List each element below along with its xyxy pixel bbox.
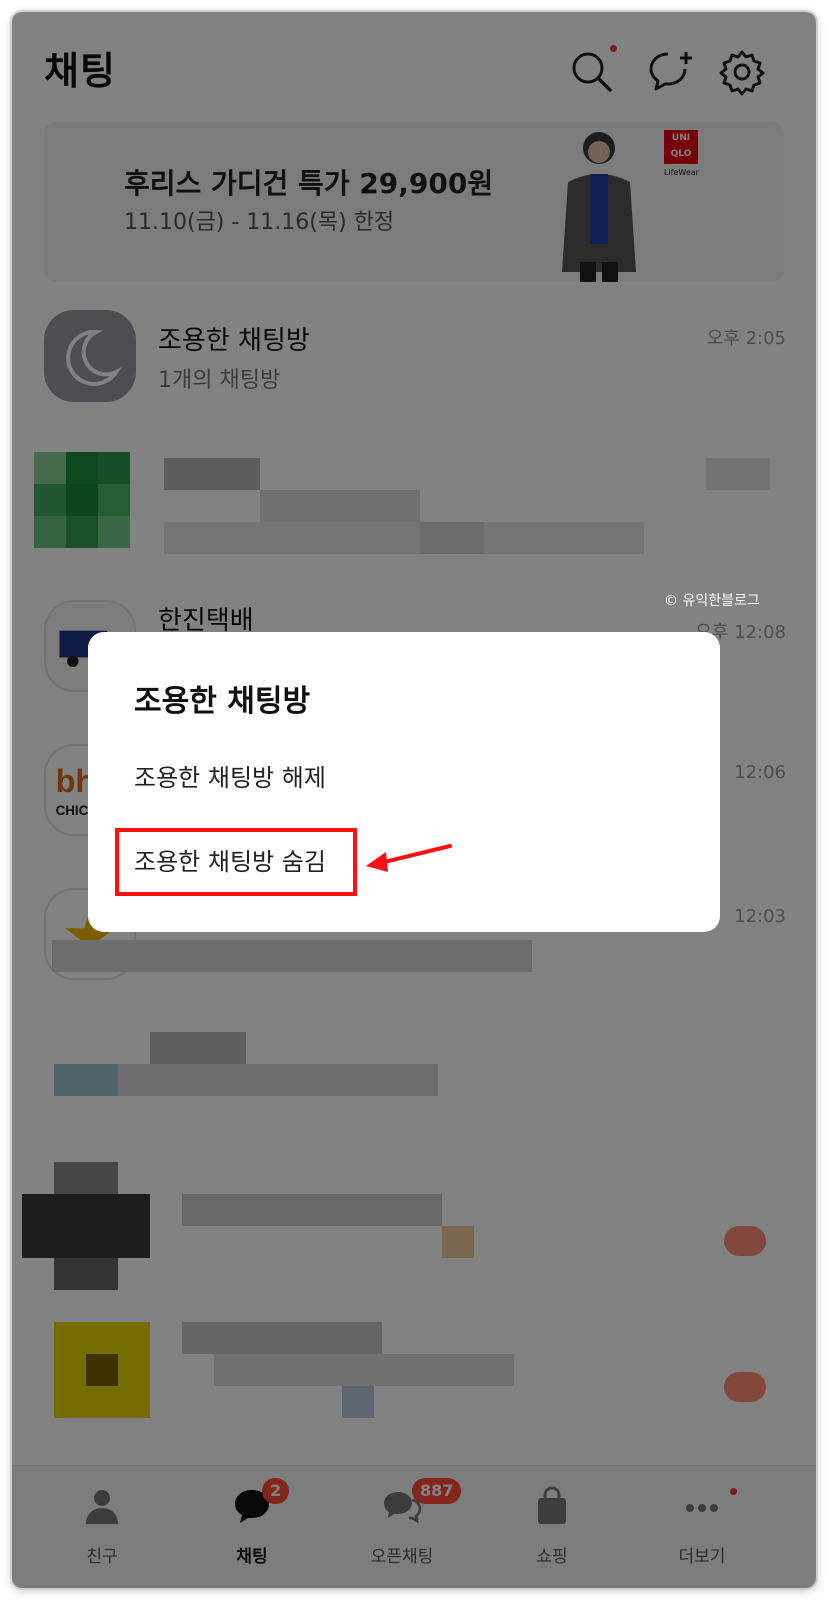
quiet-room-dialog: 조용한 채팅방 조용한 채팅방 해제 조용한 채팅방 숨김	[88, 632, 720, 932]
highlight-box	[115, 828, 357, 896]
watermark: © 유익한블로그	[664, 593, 760, 609]
unset-quiet-room-option[interactable]: 조용한 채팅방 해제	[134, 758, 326, 793]
phone-screen: 채팅 후리스 가디건 특가 29,900원 11.10(금) - 11.16(목…	[12, 12, 816, 1588]
dialog-title: 조용한 채팅방	[134, 684, 311, 719]
red-arrow-icon	[366, 844, 452, 872]
